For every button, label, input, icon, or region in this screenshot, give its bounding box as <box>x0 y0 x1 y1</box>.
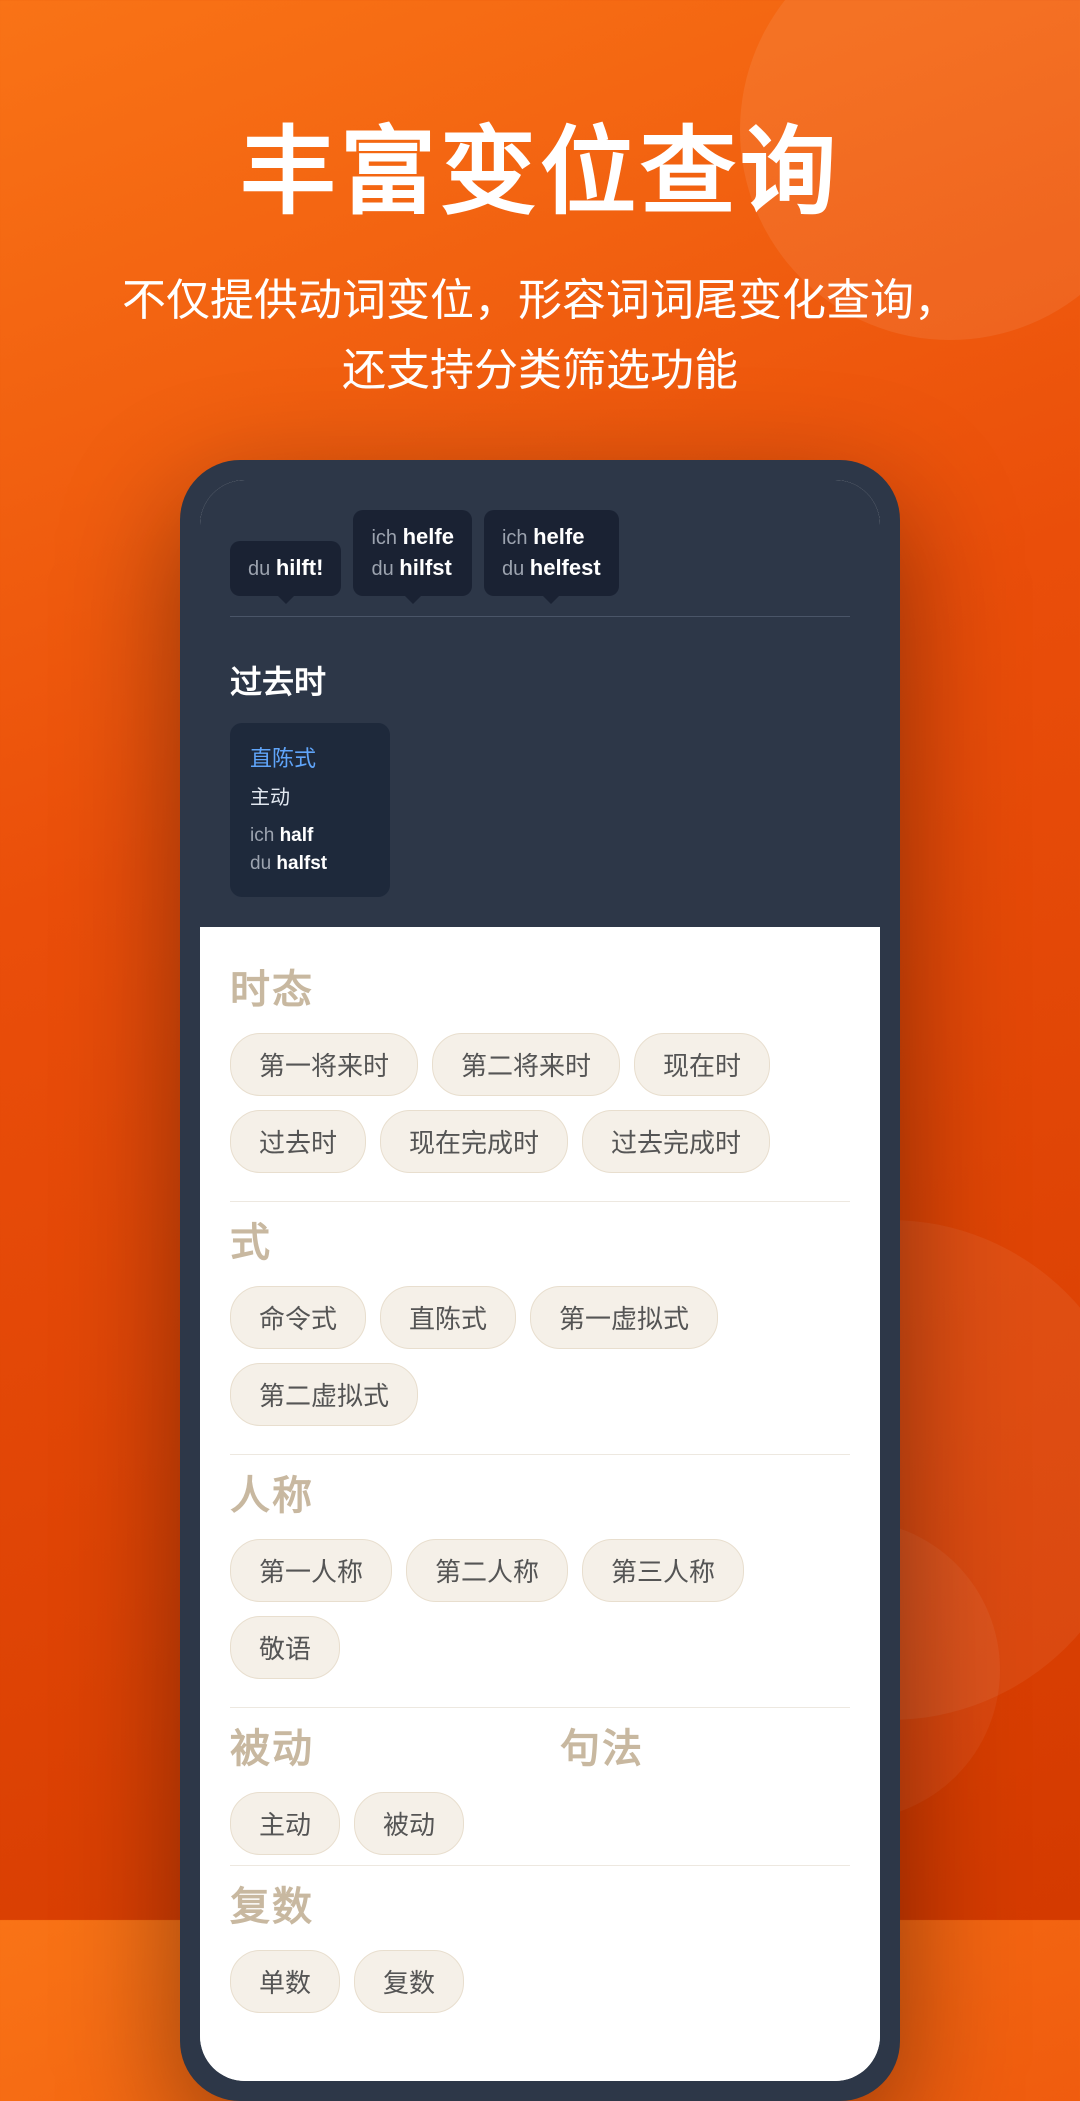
filter-tag-future1[interactable]: 第一将来时 <box>230 1033 418 1096</box>
main-title: 丰富变位查询 <box>80 120 1000 226</box>
tooltip-3-verb-helfest: helfest <box>530 555 601 580</box>
filter-voice-syntax-row: 被动 主动 被动 句法 <box>230 1716 850 1855</box>
filter-person-tags: 第一人称 第二人称 第三人称 敬语 <box>230 1539 850 1679</box>
tense-card: 直陈式 主动 ich half du halfst <box>230 723 390 897</box>
tooltip-1[interactable]: du hilft! <box>230 541 341 596</box>
tooltip-2-pronoun-du: du <box>371 558 399 580</box>
tooltip-3-pronoun-du: du <box>502 558 530 580</box>
filter-number-tags: 单数 复数 <box>230 1950 850 2013</box>
filter-voice-tags: 主动 被动 <box>230 1792 520 1855</box>
subtitle-line2: 还支持分类筛选功能 <box>342 346 738 395</box>
filter-tag-second-person[interactable]: 第二人称 <box>406 1539 568 1602</box>
tooltip-2[interactable]: ich helfe du hilfst <box>353 510 471 596</box>
filter-tag-imperative[interactable]: 命令式 <box>230 1286 366 1349</box>
filter-tag-plural[interactable]: 复数 <box>354 1950 464 2013</box>
filter-tag-past[interactable]: 过去时 <box>230 1110 366 1173</box>
tooltip-3-pronoun-ich: ich <box>502 527 533 549</box>
tense-verb-halfst: halfst <box>276 853 327 874</box>
divider-1 <box>230 1201 850 1202</box>
tense-title: 过去时 <box>230 657 850 703</box>
tooltip-2-verb-helfe: helfe <box>403 524 454 549</box>
screen-divider-line <box>230 616 850 617</box>
tense-card-voice: 主动 <box>250 781 370 810</box>
filter-tense-label: 时态 <box>230 957 850 1015</box>
phone-screen: du hilft! ich helfe du hilfst ich helfe … <box>200 480 880 2081</box>
filter-mode-section: 式 命令式 直陈式 第一虚拟式 第二虚拟式 <box>230 1210 850 1426</box>
filter-tag-active[interactable]: 主动 <box>230 1792 340 1855</box>
tooltip-2-pronoun-ich: ich <box>371 527 402 549</box>
phone-frame: du hilft! ich helfe du hilfst ich helfe … <box>180 460 900 2101</box>
tooltips-row: du hilft! ich helfe du hilfst ich helfe … <box>200 480 880 616</box>
filter-tag-future2[interactable]: 第二将来时 <box>432 1033 620 1096</box>
filter-syntax-label: 句法 <box>560 1716 850 1774</box>
filter-tag-indicative[interactable]: 直陈式 <box>380 1286 516 1349</box>
tense-pronoun-du: du <box>250 853 276 874</box>
filter-number-label: 复数 <box>230 1874 850 1932</box>
filter-tag-passive[interactable]: 被动 <box>354 1792 464 1855</box>
filter-person-label: 人称 <box>230 1463 850 1521</box>
screen-bottom: 时态 第一将来时 第二将来时 现在时 过去时 现在完成时 过去完成时 式 <box>200 927 880 2081</box>
filter-voice-col: 被动 主动 被动 <box>230 1716 520 1855</box>
tooltip-2-verb-hilfst: hilfst <box>399 555 452 580</box>
filter-tense-tags: 第一将来时 第二将来时 现在时 过去时 现在完成时 过去完成时 <box>230 1033 850 1173</box>
filter-person-section: 人称 第一人称 第二人称 第三人称 敬语 <box>230 1463 850 1679</box>
tense-verb-half: half <box>280 825 314 846</box>
filter-tag-singular[interactable]: 单数 <box>230 1950 340 2013</box>
filter-tag-subjunctive1[interactable]: 第一虚拟式 <box>530 1286 718 1349</box>
tense-card-conjugation: ich half du halfst <box>250 822 370 879</box>
divider-4 <box>230 1865 850 1866</box>
tooltip-1-verb: hilft! <box>276 555 324 580</box>
filter-tag-present-perfect[interactable]: 现在完成时 <box>380 1110 568 1173</box>
page-header: 丰富变位查询 不仅提供动词变位，形容词词尾变化查询， 还支持分类筛选功能 <box>0 0 1080 446</box>
filter-voice-label: 被动 <box>230 1716 520 1774</box>
filter-tag-first-person[interactable]: 第一人称 <box>230 1539 392 1602</box>
filter-tag-third-person[interactable]: 第三人称 <box>582 1539 744 1602</box>
divider-2 <box>230 1454 850 1455</box>
filter-tag-subjunctive2[interactable]: 第二虚拟式 <box>230 1363 418 1426</box>
divider-3 <box>230 1707 850 1708</box>
tooltip-3[interactable]: ich helfe du helfest <box>484 510 619 596</box>
phone-container: du hilft! ich helfe du hilfst ich helfe … <box>180 460 900 2101</box>
filter-mode-label: 式 <box>230 1210 850 1268</box>
tooltip-1-pronoun: du <box>248 558 276 580</box>
subtitle-line1: 不仅提供动词变位，形容词词尾变化查询， <box>122 276 958 325</box>
filter-tense-section: 时态 第一将来时 第二将来时 现在时 过去时 现在完成时 过去完成时 <box>230 957 850 1173</box>
filter-tag-past-perfect[interactable]: 过去完成时 <box>582 1110 770 1173</box>
tense-card-mode: 直陈式 <box>250 741 370 773</box>
tooltip-3-verb-helfe: helfe <box>533 524 584 549</box>
tense-pronoun-ich: ich <box>250 825 280 846</box>
filter-tag-present[interactable]: 现在时 <box>634 1033 770 1096</box>
filter-syntax-col: 句法 <box>560 1716 850 1855</box>
subtitle: 不仅提供动词变位，形容词词尾变化查询， 还支持分类筛选功能 <box>80 266 1000 407</box>
filter-number-section: 复数 单数 复数 <box>230 1874 850 2013</box>
filter-tag-polite[interactable]: 敬语 <box>230 1616 340 1679</box>
filter-mode-tags: 命令式 直陈式 第一虚拟式 第二虚拟式 <box>230 1286 850 1426</box>
tense-section: 过去时 直陈式 主动 ich half du halfst <box>200 637 880 927</box>
screen-top: du hilft! ich helfe du hilfst ich helfe … <box>200 480 880 927</box>
